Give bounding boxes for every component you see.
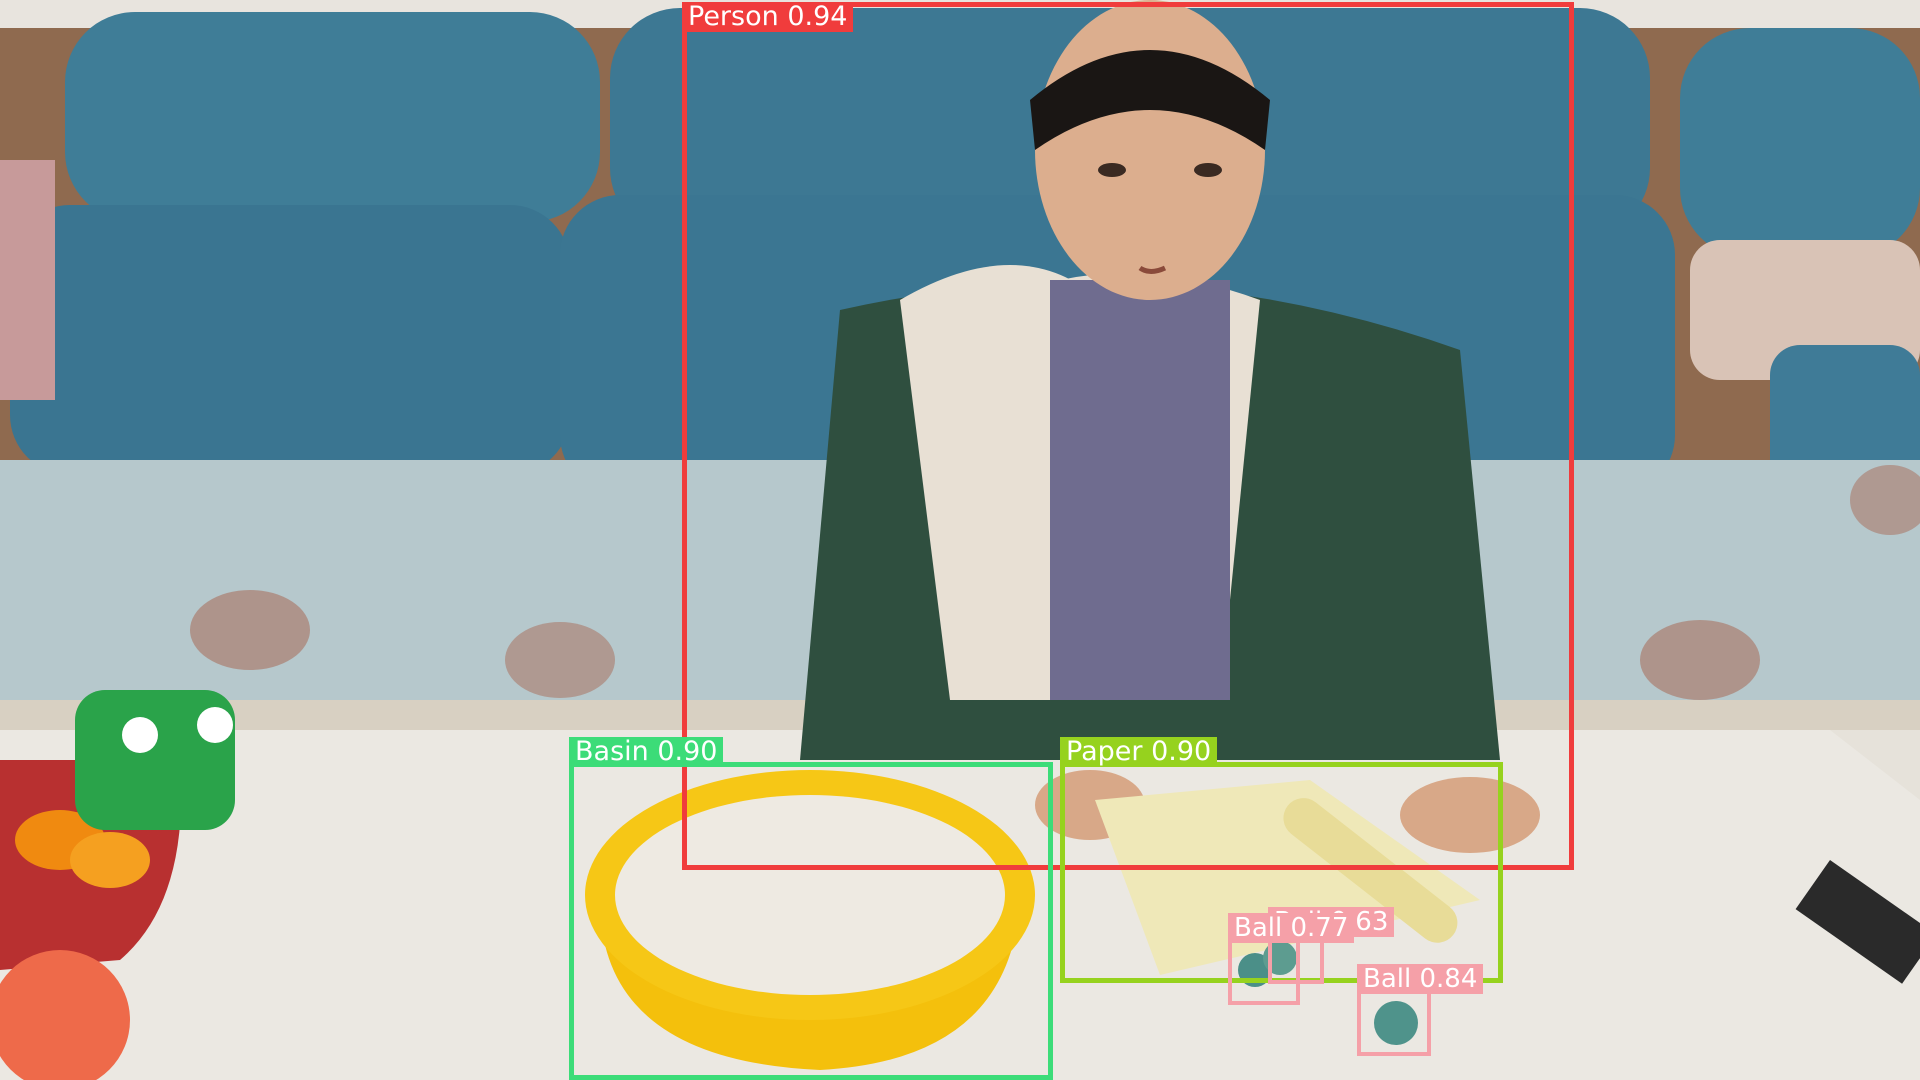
- ball-detection-label: Ball 0.84: [1357, 964, 1484, 994]
- photo-scene: Person 0.94 Basin 0.90 Paper 0.90 Ball 0…: [0, 0, 1920, 1080]
- ball-detection-box: Ball 0.84: [1357, 964, 1484, 1056]
- person-detection-label: Person 0.94: [682, 2, 854, 32]
- ball-detection-box: Ball 0.77: [1228, 913, 1355, 1005]
- sofa-cushion-back-right: [1680, 28, 1920, 258]
- basin-detection-label: Basin 0.90: [569, 737, 724, 767]
- ball-detection-label: Ball 0.77: [1228, 913, 1355, 943]
- basin-detection-box: Basin 0.90: [569, 737, 1053, 1080]
- sofa-cushion-back-left: [65, 12, 600, 222]
- blanket-left: [0, 160, 55, 400]
- sofa-cushion-front-left: [10, 205, 570, 475]
- paper-detection-label: Paper 0.90: [1060, 737, 1218, 767]
